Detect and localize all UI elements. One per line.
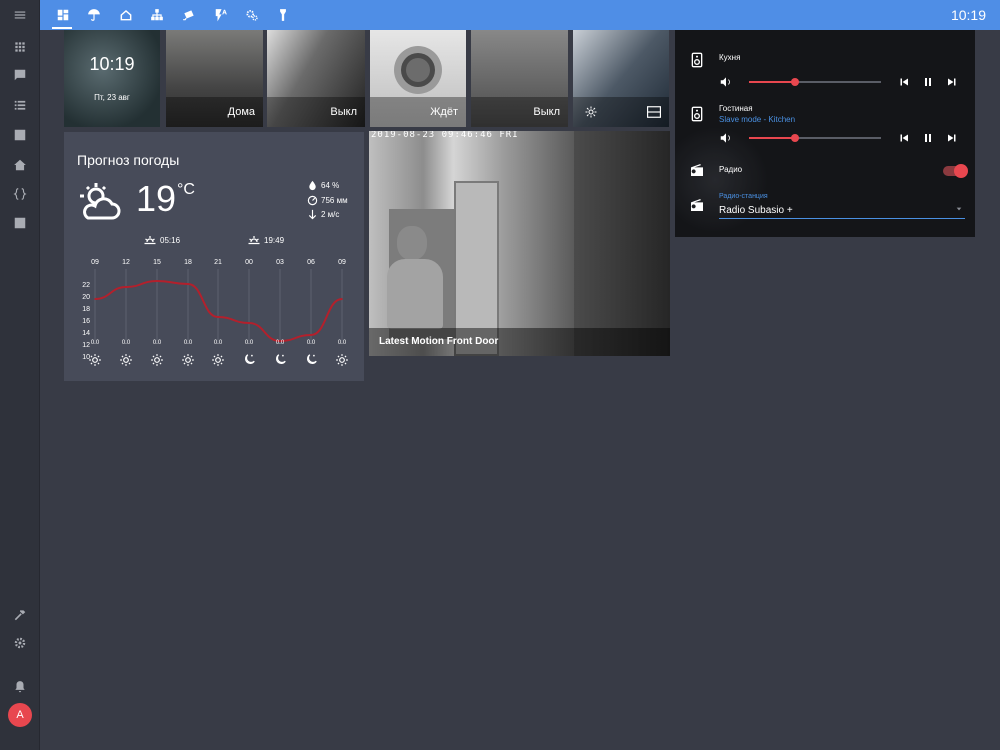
- temperature-point: [341, 298, 343, 300]
- temperature-point: [217, 316, 219, 318]
- network-icon[interactable]: [149, 7, 165, 23]
- washer-tile[interactable]: Ждёт: [370, 30, 466, 127]
- menu-icon[interactable]: [10, 5, 30, 25]
- media-card: Кухня Гостиная Slave mode - Kitchen Ради…: [675, 30, 975, 237]
- kitchen-speaker-name: Кухня: [719, 53, 741, 62]
- sunny-icon: [89, 354, 101, 366]
- message-icon[interactable]: [10, 65, 30, 85]
- text-box-icon[interactable]: [10, 213, 30, 233]
- living-volume-slider[interactable]: [749, 134, 881, 142]
- speaker-icon: [691, 106, 703, 122]
- station-select[interactable]: Radio Subasio +: [719, 205, 793, 216]
- forecast-precip: 0.0: [90, 340, 100, 346]
- radio-toggle[interactable]: [943, 164, 968, 178]
- forecast-precip: 0.0: [275, 340, 285, 346]
- night-icon: [276, 354, 286, 364]
- dashboard-icon[interactable]: [55, 7, 71, 23]
- clock-tile-time: 10:19: [89, 54, 135, 74]
- apps-icon[interactable]: [10, 37, 30, 57]
- camera-card[interactable]: 2019-08-23 09:46:46 FRI Latest Motion Fr…: [369, 131, 670, 356]
- radio-icon: [691, 164, 703, 176]
- radio-icon: [691, 199, 703, 211]
- code-braces-icon[interactable]: [10, 184, 30, 204]
- temperature-point: [125, 286, 127, 288]
- speaker-icon: [691, 52, 703, 68]
- weather-sunny-icon: [585, 106, 597, 118]
- sunny-icon: [336, 354, 348, 366]
- sunny-icon: [120, 354, 132, 366]
- laundry-tile[interactable]: Выкл: [471, 30, 568, 127]
- kitchen-volume-slider[interactable]: [749, 78, 881, 86]
- forecast-precip: 0.0: [337, 340, 347, 346]
- laundry-tile-label: Выкл: [471, 97, 568, 127]
- home-account-icon[interactable]: [10, 155, 30, 175]
- volume-icon[interactable]: [719, 131, 733, 145]
- chart-icon[interactable]: [10, 125, 30, 145]
- bell-icon[interactable]: [10, 677, 30, 697]
- night-icon: [245, 354, 255, 364]
- forecast-precip: 0.0: [244, 340, 254, 346]
- pause-icon[interactable]: [922, 76, 934, 88]
- living-speaker-subtitle: Slave mode - Kitchen: [719, 115, 796, 124]
- sidebar: A: [0, 0, 40, 750]
- volume-icon[interactable]: [719, 75, 733, 89]
- hammer-icon[interactable]: [10, 605, 30, 625]
- flash-auto-icon[interactable]: [213, 7, 229, 23]
- clock-tile[interactable]: 10:19 Пт, 23 авг: [64, 30, 160, 127]
- temperature-point: [248, 322, 250, 324]
- list-icon[interactable]: [10, 95, 30, 115]
- umbrella-icon[interactable]: [86, 7, 102, 23]
- washer-tile-label: Ждёт: [370, 97, 466, 127]
- next-track-icon[interactable]: [946, 76, 958, 88]
- camera-timestamp: 2019-08-23 09:46:46 FRI: [371, 131, 519, 140]
- top-bar: 10:19: [40, 0, 1000, 30]
- home-icon[interactable]: [118, 7, 134, 23]
- living-speaker-name: Гостиная: [719, 104, 753, 113]
- washer-drum-icon: [394, 46, 442, 94]
- active-tab-indicator: [52, 27, 72, 29]
- temperature-point: [187, 283, 189, 285]
- radio-name: Радио: [719, 165, 743, 174]
- previous-track-icon[interactable]: [898, 76, 910, 88]
- chevron-down-icon[interactable]: [955, 205, 963, 213]
- forecast-precip: 0.0: [183, 340, 193, 346]
- camera-label: Latest Motion Front Door: [369, 328, 670, 356]
- temperature-point: [94, 298, 96, 300]
- station-select-underline: [719, 218, 965, 219]
- presence-tile[interactable]: Дома: [166, 30, 263, 127]
- cctv-icon[interactable]: [181, 7, 197, 23]
- weather-card[interactable]: Прогноз погоды 19 °C 64 % 756 мм 2 м/с 0…: [64, 132, 364, 381]
- previous-track-icon[interactable]: [898, 132, 910, 144]
- top-clock: 10:19: [950, 7, 986, 23]
- people-tile[interactable]: Выкл: [267, 30, 365, 127]
- station-select-label: Радио-станция: [719, 193, 768, 200]
- sunny-icon: [182, 354, 194, 366]
- night-icon: [307, 354, 317, 364]
- temperature-point: [310, 334, 312, 336]
- person-head: [397, 226, 427, 260]
- sunny-icon: [212, 354, 224, 366]
- settings-icon[interactable]: [10, 633, 30, 653]
- forecast-precip: 0.0: [213, 340, 223, 346]
- presence-tile-label: Дома: [166, 97, 263, 127]
- pause-icon[interactable]: [922, 132, 934, 144]
- sunny-icon: [151, 354, 163, 366]
- people-tile-label: Выкл: [267, 97, 365, 127]
- flashlight-icon[interactable]: [275, 7, 291, 23]
- cogs-icon[interactable]: [244, 7, 260, 23]
- clock-tile-date: Пт, 23 авг: [94, 93, 130, 102]
- window-icon: [647, 106, 661, 118]
- car-wash-tile-label: [573, 97, 669, 127]
- temperature-point: [156, 280, 158, 282]
- forecast-precip: 0.0: [152, 340, 162, 346]
- open-door: [574, 131, 670, 356]
- person-body: [387, 259, 443, 329]
- avatar[interactable]: A: [8, 703, 32, 727]
- next-track-icon[interactable]: [946, 132, 958, 144]
- forecast-precip: 0.0: [121, 340, 131, 346]
- forecast-precip: 0.0: [306, 340, 316, 346]
- car-wash-tile[interactable]: [573, 30, 669, 127]
